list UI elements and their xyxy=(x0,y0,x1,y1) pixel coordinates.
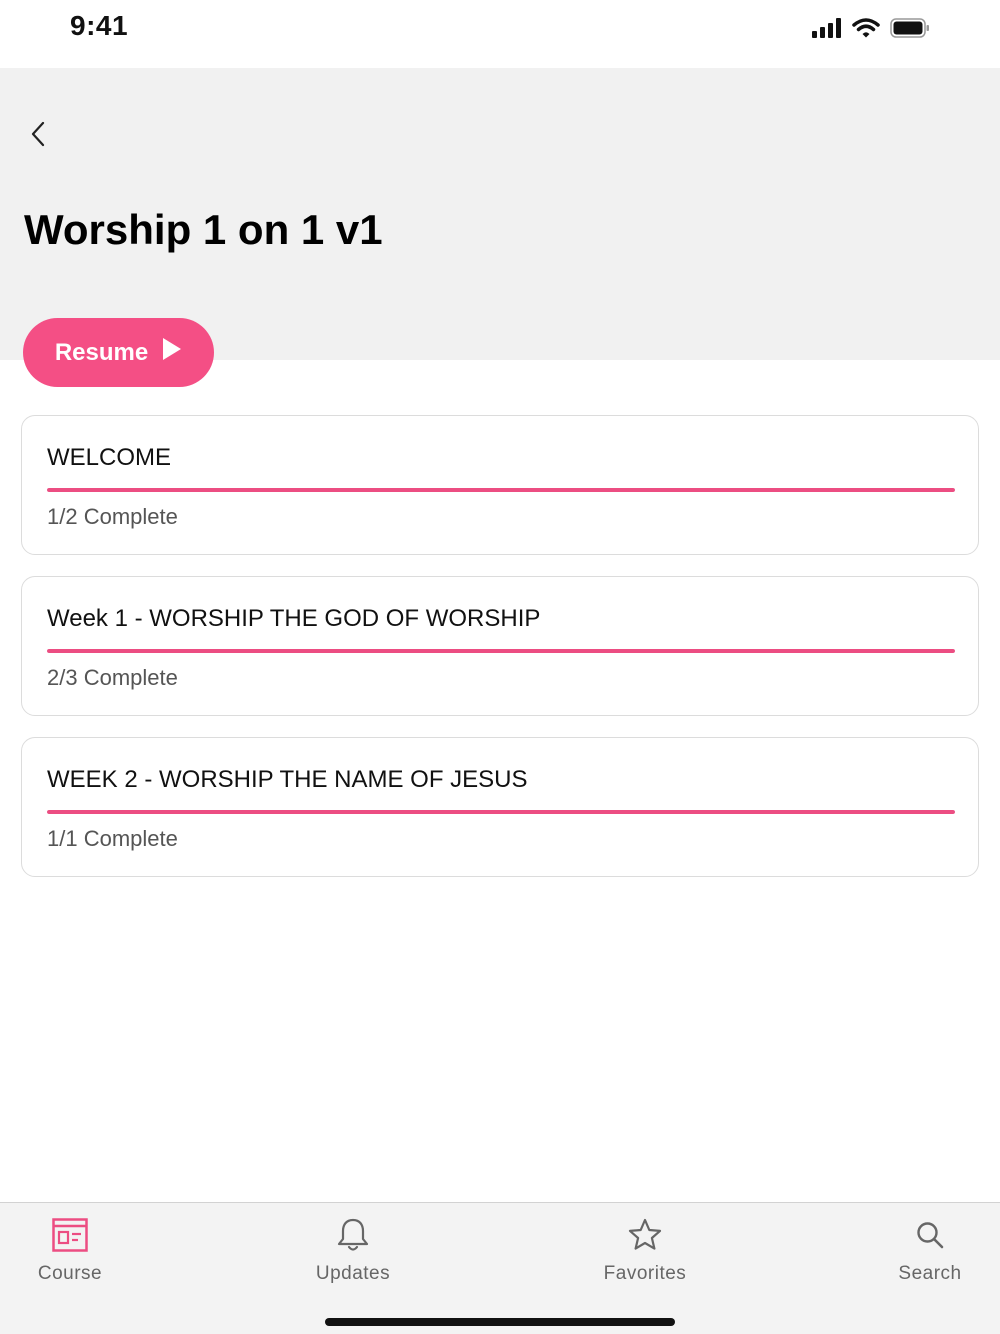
bell-icon xyxy=(336,1215,370,1255)
wifi-icon xyxy=(852,18,880,43)
section-status: 1/2 Complete xyxy=(47,504,178,529)
status-time: 9:41 xyxy=(70,10,129,41)
section-title: WELCOME xyxy=(47,444,172,471)
section-list: WELCOME 1/2 Complete Week 1 - WORSHIP TH… xyxy=(21,415,979,898)
section-progress-fill xyxy=(47,649,955,653)
chevron-left-icon xyxy=(30,121,46,152)
tab-search[interactable]: Search xyxy=(860,1215,1000,1285)
resume-button-label: Resume xyxy=(54,338,149,366)
section-title: WEEK 2 - WORSHIP THE NAME OF JESUS xyxy=(47,766,528,793)
section-progress-fill xyxy=(47,810,955,814)
tab-label: Favorites xyxy=(603,1263,687,1284)
tab-label: Updates xyxy=(315,1263,391,1284)
course-header: Worship 1 on 1 v1 xyxy=(0,68,1000,360)
section-progress-bar xyxy=(47,810,955,814)
tab-label: Search xyxy=(898,1263,962,1284)
section-progress-bar xyxy=(47,488,955,492)
section-progress-fill xyxy=(47,488,955,492)
tab-label: Course xyxy=(37,1263,103,1284)
play-icon xyxy=(162,337,182,368)
search-icon xyxy=(915,1215,945,1255)
section-progress-bar xyxy=(47,649,955,653)
tab-updates[interactable]: Updates xyxy=(283,1215,423,1285)
resume-button[interactable]: Resume xyxy=(23,318,214,387)
section-status: 2/3 Complete xyxy=(47,665,178,690)
tab-bar: Course Updates Favorites Search xyxy=(0,1202,1000,1334)
status-bar: 9:41 xyxy=(0,0,1000,68)
section-title: Week 1 - WORSHIP THE GOD OF WORSHIP xyxy=(47,605,541,632)
home-indicator xyxy=(325,1318,675,1326)
tab-favorites[interactable]: Favorites xyxy=(575,1215,715,1285)
section-card[interactable]: Week 1 - WORSHIP THE GOD OF WORSHIP 2/3 … xyxy=(21,576,979,716)
star-icon xyxy=(628,1215,662,1255)
section-status: 1/1 Complete xyxy=(47,826,178,851)
section-card[interactable]: WEEK 2 - WORSHIP THE NAME OF JESUS 1/1 C… xyxy=(21,737,979,877)
status-icons xyxy=(812,18,930,43)
battery-icon xyxy=(890,18,930,43)
tab-course[interactable]: Course xyxy=(0,1215,140,1285)
signal-icon xyxy=(812,18,842,43)
back-button[interactable] xyxy=(20,118,56,154)
page-title: Worship 1 on 1 v1 xyxy=(24,206,383,253)
course-icon xyxy=(52,1215,88,1255)
section-card[interactable]: WELCOME 1/2 Complete xyxy=(21,415,979,555)
